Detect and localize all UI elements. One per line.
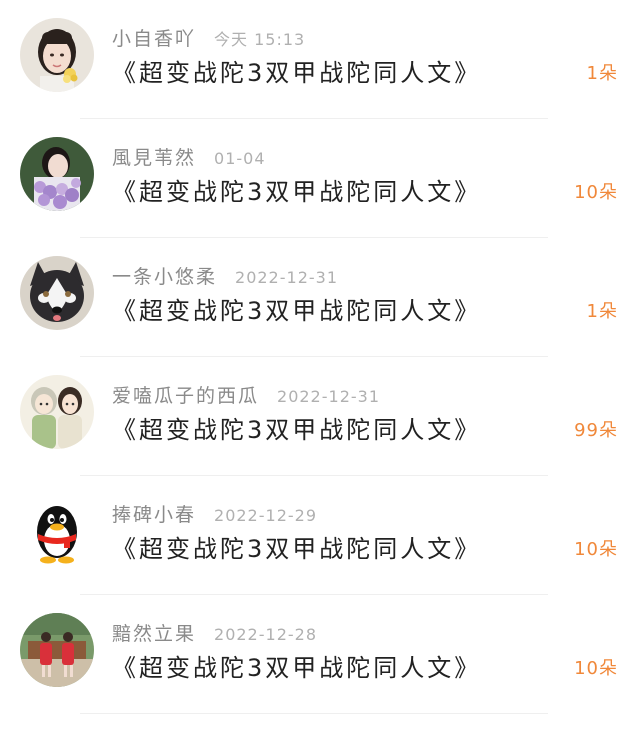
timestamp: 01-04 <box>214 149 266 168</box>
work-title[interactable]: 《超变战陀3双甲战陀同人文》 <box>112 56 481 90</box>
flower-count: 10朵 <box>574 539 618 560</box>
username[interactable]: 捧碑小春 <box>112 504 196 526</box>
meta-line: 小自香吖 今天 15:13 <box>112 26 305 52</box>
avatar-girl-lavender-icon[interactable] <box>20 137 94 211</box>
meta-line: 風見苇然 01-04 <box>112 145 266 171</box>
work-title[interactable]: 《超变战陀3双甲战陀同人文》 <box>112 175 481 209</box>
timestamp: 2022-12-29 <box>214 506 317 525</box>
avatar-qq-penguin-icon[interactable] <box>20 494 94 568</box>
username[interactable]: 一条小悠柔 <box>112 266 217 288</box>
timestamp: 今天 15:13 <box>214 30 306 49</box>
work-title[interactable]: 《超变战陀3双甲战陀同人文》 <box>112 413 481 447</box>
divider <box>80 713 548 714</box>
avatar-girl-flower-icon[interactable] <box>20 18 94 92</box>
meta-line: 一条小悠柔 2022-12-31 <box>112 264 338 290</box>
timestamp: 2022-12-28 <box>214 625 317 644</box>
list-item[interactable]: 小自香吖 今天 15:13 《超变战陀3双甲战陀同人文》 1朵 <box>0 0 640 119</box>
username[interactable]: 小自香吖 <box>112 28 196 50</box>
timestamp: 2022-12-31 <box>235 268 338 287</box>
username[interactable]: 風見苇然 <box>112 147 196 169</box>
flower-count: 10朵 <box>574 658 618 679</box>
username[interactable]: 黯然立果 <box>112 623 196 645</box>
list-item[interactable]: 風見苇然 01-04 《超变战陀3双甲战陀同人文》 10朵 <box>0 119 640 238</box>
timestamp: 2022-12-31 <box>277 387 380 406</box>
work-title[interactable]: 《超变战陀3双甲战陀同人文》 <box>112 651 481 685</box>
list-item[interactable]: 黯然立果 2022-12-28 《超变战陀3双甲战陀同人文》 10朵 <box>0 595 640 714</box>
avatar-anime-couple-icon[interactable] <box>20 375 94 449</box>
meta-line: 爱嗑瓜子的西瓜 2022-12-31 <box>112 383 380 409</box>
avatar-two-girls-icon[interactable] <box>20 613 94 687</box>
avatar-husky-icon[interactable] <box>20 256 94 330</box>
list-item[interactable]: 爱嗑瓜子的西瓜 2022-12-31 《超变战陀3双甲战陀同人文》 99朵 <box>0 357 640 476</box>
meta-line: 黯然立果 2022-12-28 <box>112 621 317 647</box>
work-title[interactable]: 《超变战陀3双甲战陀同人文》 <box>112 532 481 566</box>
flower-count: 99朵 <box>574 420 618 441</box>
flower-count: 1朵 <box>586 63 618 84</box>
meta-line: 捧碑小春 2022-12-29 <box>112 502 317 528</box>
flower-count: 10朵 <box>574 182 618 203</box>
list-item[interactable]: 一条小悠柔 2022-12-31 《超变战陀3双甲战陀同人文》 1朵 <box>0 238 640 357</box>
list-item[interactable]: 捧碑小春 2022-12-29 《超变战陀3双甲战陀同人文》 10朵 <box>0 476 640 595</box>
work-title[interactable]: 《超变战陀3双甲战陀同人文》 <box>112 294 481 328</box>
username[interactable]: 爱嗑瓜子的西瓜 <box>112 385 259 407</box>
flower-count: 1朵 <box>586 301 618 322</box>
gift-list: 小自香吖今天 15:13 《超变战陀3双甲战陀同人文》 1朵 風見苇然01- <box>0 0 640 733</box>
